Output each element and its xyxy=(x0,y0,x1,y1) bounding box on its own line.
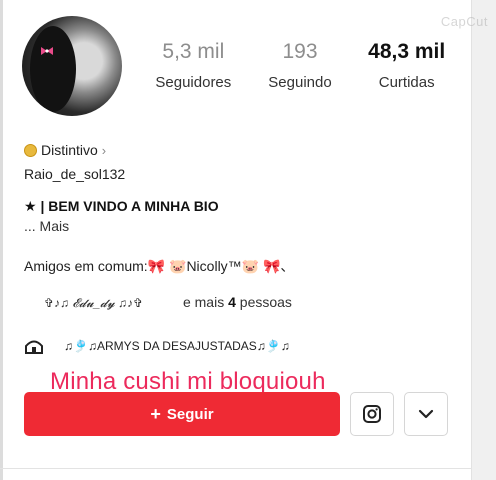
left-border xyxy=(0,0,3,480)
follow-button[interactable]: + Seguir xyxy=(24,392,340,436)
chevron-down-icon xyxy=(418,409,434,419)
chevron-right-icon: › xyxy=(101,142,107,158)
likes-stat[interactable]: 48,3 mil Curtidas xyxy=(353,40,460,91)
badge-link[interactable]: Distintivo › xyxy=(24,142,106,158)
instagram-button[interactable] xyxy=(350,392,394,436)
bow-icon xyxy=(41,47,53,55)
right-edge xyxy=(471,0,496,480)
mutual-friends-text[interactable]: Amigos em comum:🎀 🐷Nicolly™🐷 🎀、 xyxy=(24,256,294,276)
username: Raio_de_sol132 xyxy=(24,166,126,182)
bottom-divider xyxy=(0,468,472,469)
badge-icon xyxy=(24,143,37,157)
likes-count: 48,3 mil xyxy=(368,40,446,63)
following-stat[interactable]: 193 Seguindo xyxy=(247,40,354,91)
mutual-prefix: e mais xyxy=(182,294,229,310)
instagram-icon xyxy=(363,405,381,423)
profile-stats: 5,3 mil Seguidores 193 Seguindo 48,3 mil… xyxy=(140,40,460,91)
plus-icon: + xyxy=(150,403,161,424)
badge-label: Distintivo xyxy=(41,142,98,158)
profile-link-row[interactable]: ♫🎐♫ARMYS DA DESAJUSTADAS♫🎐♫ xyxy=(24,337,290,355)
follow-label: Seguir xyxy=(166,405,214,423)
following-count: 193 xyxy=(282,40,318,63)
mutual-friends-row[interactable]: ✞♪♫ 𝓔𝓭𝓾_𝓭𝔂 ♫♪✞ e mais 4 pessoas xyxy=(44,294,292,311)
followers-count: 5,3 mil xyxy=(162,40,225,63)
home-icon xyxy=(25,340,43,354)
capcut-watermark: CapCut xyxy=(440,14,488,29)
more-options-button[interactable] xyxy=(404,392,448,436)
bio-text: ★ | BEM VINDO A MINHA BIO xyxy=(24,198,219,214)
following-label: Seguindo xyxy=(268,74,332,91)
profile-link-text: ♫🎐♫ARMYS DA DESAJUSTADAS♫🎐♫ xyxy=(64,339,290,353)
mutual-count: 4 xyxy=(228,294,236,310)
bio-more-link[interactable]: ... Mais xyxy=(24,218,69,234)
followers-stat[interactable]: 5,3 mil Seguidores xyxy=(140,40,247,91)
avatar[interactable] xyxy=(22,16,122,116)
likes-label: Curtidas xyxy=(378,74,435,91)
mutual-suffix: pessoas xyxy=(235,294,292,310)
mutual-friend-name: ✞♪♫ 𝓔𝓭𝓾_𝓭𝔂 ♫♪✞ xyxy=(44,296,144,310)
followers-label: Seguidores xyxy=(155,74,232,91)
